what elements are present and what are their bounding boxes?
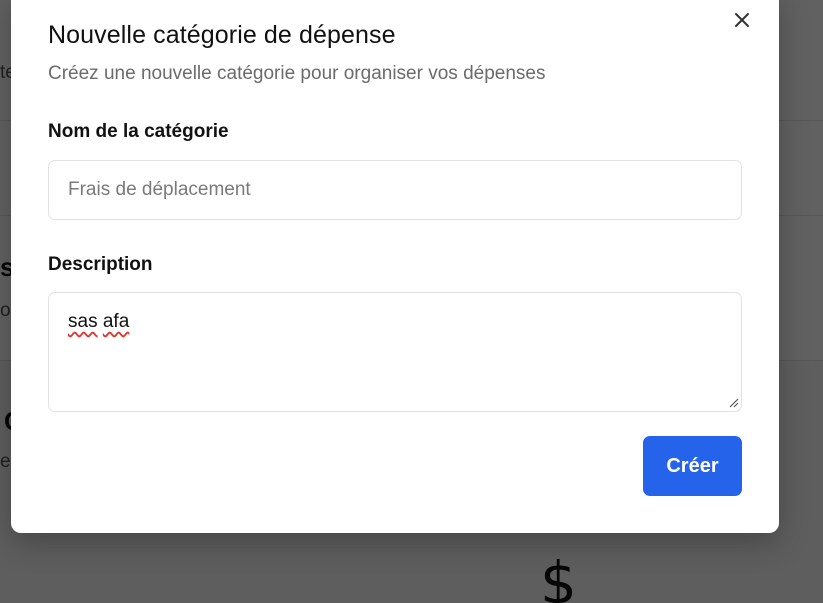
close-icon <box>735 13 749 27</box>
category-name-label: Nom de la catégorie <box>48 121 229 142</box>
description-textarea[interactable] <box>48 292 742 412</box>
new-category-dialog: Nouvelle catégorie de dépense Créez une … <box>11 0 779 533</box>
dialog-title: Nouvelle catégorie de dépense <box>48 21 396 49</box>
resize-handle-icon[interactable] <box>727 396 739 408</box>
category-name-input[interactable] <box>48 160 742 220</box>
dialog-subtitle: Créez une nouvelle catégorie pour organi… <box>48 63 546 84</box>
close-button[interactable] <box>731 9 753 31</box>
description-label: Description <box>48 254 153 275</box>
create-button[interactable]: Créer <box>643 436 742 496</box>
